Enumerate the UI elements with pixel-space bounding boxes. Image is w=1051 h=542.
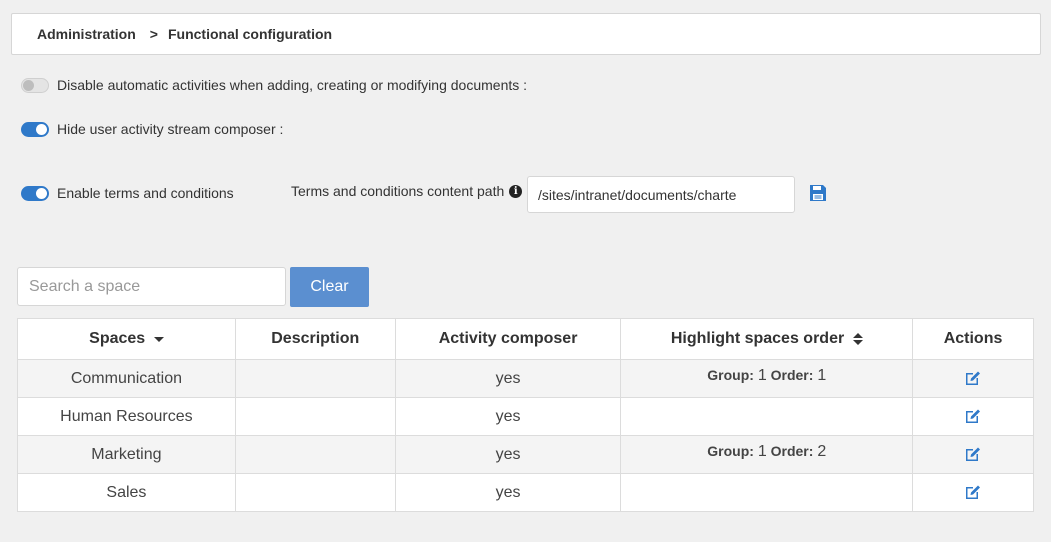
breadcrumb-current: Functional configuration [167,26,333,42]
activity-composer-cell: yes [394,473,622,512]
breadcrumb-separator: > [149,26,158,42]
highlight-order-cell [620,473,914,512]
header-actions: Actions [912,318,1034,360]
disable-activities-setting: Disable automatic activities when adding… [21,77,527,93]
terms-label: Enable terms and conditions [57,185,234,201]
header-activity-composer: Activity composer [394,318,622,360]
hide-composer-toggle[interactable] [21,121,49,137]
terms-path-label: Terms and conditions content path [291,183,505,199]
terms-setting: Enable terms and conditions [21,185,234,201]
header-highlight-order[interactable]: Highlight spaces order [620,318,914,360]
edit-icon[interactable] [964,369,982,387]
order-value: 1 [817,366,827,384]
description-cell [234,397,396,436]
space-name-cell: Sales [17,473,236,512]
group-label: Group: [707,366,754,383]
order-label: Order: [770,442,814,459]
table-header-row: Spaces Description Activity composer Hig… [17,318,1034,360]
actions-cell [912,435,1034,474]
group-value: 1 [757,366,767,384]
description-cell [234,359,396,398]
edit-icon[interactable] [964,445,982,463]
highlight-order-cell: Group: 1 Order: 1 [620,359,914,398]
header-spaces[interactable]: Spaces [17,318,236,360]
order-value: 2 [817,442,827,460]
description-cell [234,473,396,512]
description-cell [234,435,396,474]
table-row: Sales yes [17,473,1034,512]
space-name-cell: Communication [17,359,236,398]
breadcrumb: Administration > Functional configuratio… [11,13,1041,55]
terms-toggle[interactable] [21,185,49,201]
info-icon[interactable]: i [509,184,523,198]
disable-activities-toggle[interactable] [21,77,49,93]
space-name-cell: Human Resources [17,397,236,436]
highlight-order-cell: Group: 1 Order: 2 [620,435,914,474]
order-label: Order: [770,366,814,383]
actions-cell [912,397,1034,436]
highlight-order-cell [620,397,914,436]
actions-cell [912,473,1034,512]
edit-icon[interactable] [964,407,982,425]
group-label: Group: [707,442,754,459]
group-value: 1 [757,442,767,460]
floppy-disk-icon[interactable] [809,184,827,202]
terms-path-input[interactable] [527,176,795,213]
search-space-input[interactable] [17,267,286,306]
disable-activities-label: Disable automatic activities when adding… [57,77,528,93]
actions-cell [912,359,1034,398]
sort-icon [852,332,863,345]
clear-button[interactable]: Clear [290,267,369,307]
table-row: Human Resources yes [17,397,1034,436]
table-row: Communication yes Group: 1 Order: 1 [17,359,1034,398]
edit-icon[interactable] [964,483,982,501]
sort-down-icon [153,336,164,342]
hide-composer-setting: Hide user activity stream composer : [21,121,283,137]
space-name-cell: Marketing [17,435,236,474]
terms-path-label-wrap: Terms and conditions content path i [291,183,523,199]
header-description: Description [234,318,396,360]
activity-composer-cell: yes [394,435,622,474]
activity-composer-cell: yes [394,359,622,398]
breadcrumb-root[interactable]: Administration [37,26,136,42]
hide-composer-label: Hide user activity stream composer : [57,121,284,137]
activity-composer-cell: yes [394,397,622,436]
spaces-table: Spaces Description Activity composer Hig… [17,318,1034,512]
table-row: Marketing yes Group: 1 Order: 2 [17,435,1034,474]
